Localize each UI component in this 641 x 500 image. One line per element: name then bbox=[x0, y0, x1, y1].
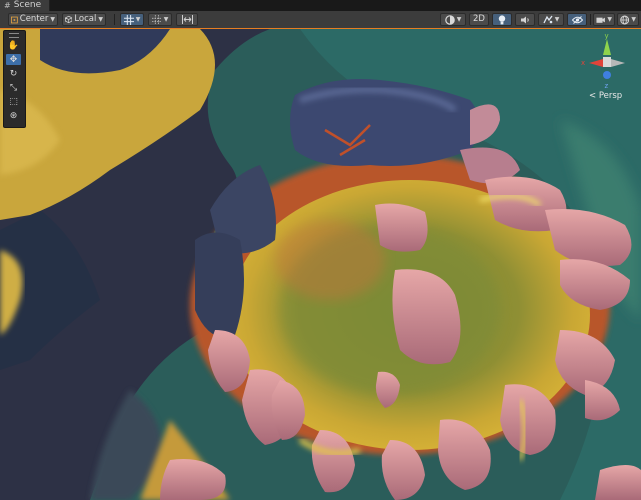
transform-icon: ⊛ bbox=[9, 110, 18, 121]
scene-viewport[interactable] bbox=[0, 29, 641, 500]
eye-crossed-icon bbox=[571, 15, 583, 24]
toolbar-divider bbox=[114, 14, 115, 25]
audio-toggle-button[interactable] bbox=[515, 13, 535, 26]
orientation-gizmo[interactable]: y x z bbox=[577, 32, 637, 91]
gizmo-y-label: y bbox=[605, 33, 609, 40]
pivot-mode-dropdown[interactable]: Center ▼ bbox=[8, 13, 58, 26]
gizmo-globe-icon bbox=[620, 15, 630, 24]
scene-render bbox=[0, 29, 641, 500]
overlay-grip-handle[interactable] bbox=[9, 33, 19, 38]
2d-mode-button[interactable]: 2D bbox=[469, 13, 489, 26]
snap-grid-icon bbox=[151, 14, 162, 25]
transform-tool-button[interactable]: ⊛ bbox=[6, 110, 21, 121]
rotate-tool-button[interactable]: ↻ bbox=[6, 68, 21, 79]
scene-toolbar: Center ▼ Local ▼ ▼ ▼ ▼ 2D ▼ ▼ ▼ bbox=[0, 11, 641, 29]
increment-snapping-button[interactable] bbox=[176, 13, 198, 26]
local-cube-icon bbox=[65, 15, 73, 24]
move-tool-button[interactable]: ✥ bbox=[6, 54, 21, 65]
gizmo-z-axis[interactable] bbox=[603, 71, 611, 79]
chevron-down-icon: ▼ bbox=[554, 16, 560, 23]
camera-icon bbox=[596, 17, 605, 23]
gizmo-z-label: z bbox=[605, 82, 609, 90]
chevron-down-icon: ▼ bbox=[98, 16, 103, 23]
rect-icon: ⬚ bbox=[9, 96, 18, 107]
scene-tab-label: Scene bbox=[13, 0, 42, 10]
editor-tab-bar: # Scene bbox=[0, 0, 641, 11]
chevron-down-icon: ▼ bbox=[50, 16, 55, 23]
gizmos-dropdown[interactable]: ▼ bbox=[617, 13, 639, 26]
grid-snapping-button[interactable]: ▼ bbox=[148, 13, 172, 26]
shaded-sphere-icon bbox=[444, 14, 455, 25]
rotate-icon: ↻ bbox=[9, 68, 18, 79]
grid-visibility-button[interactable]: ▼ bbox=[120, 13, 144, 26]
scene-tab[interactable]: # Scene bbox=[0, 0, 51, 11]
gizmo-neg-x-axis[interactable] bbox=[611, 59, 625, 67]
scene-lighting-button[interactable] bbox=[492, 13, 512, 26]
gizmo-x-label: x bbox=[581, 59, 585, 67]
handle-space-label: Local bbox=[74, 14, 97, 24]
chevron-left-icon: < bbox=[589, 91, 597, 101]
scene-effects-icon bbox=[543, 15, 553, 24]
gizmo-center-cube[interactable] bbox=[603, 57, 611, 67]
grid-icon bbox=[123, 14, 134, 25]
toolbar-divider bbox=[590, 14, 591, 25]
projection-toggle[interactable]: < Persp bbox=[589, 91, 622, 101]
chevron-down-icon: ▼ bbox=[607, 16, 612, 23]
scene-tools-overlay: ✋ ✥ ↻ ⤡ ⬚ ⊛ bbox=[3, 30, 26, 128]
pivot-center-icon bbox=[11, 16, 18, 23]
light-bulb-icon bbox=[498, 14, 506, 24]
scene-hash-icon: # bbox=[4, 1, 11, 10]
hand-tool-button[interactable]: ✋ bbox=[6, 40, 21, 51]
chevron-down-icon: ▼ bbox=[135, 16, 141, 23]
rect-tool-button[interactable]: ⬚ bbox=[6, 96, 21, 107]
chevron-down-icon: ▼ bbox=[631, 16, 636, 23]
scene-visibility-button[interactable] bbox=[567, 13, 587, 26]
gizmo-y-axis[interactable] bbox=[603, 39, 611, 55]
draw-mode-dropdown[interactable]: ▼ bbox=[440, 13, 466, 26]
effects-dropdown[interactable]: ▼ bbox=[538, 13, 564, 26]
pivot-mode-label: Center bbox=[19, 14, 49, 24]
camera-settings-dropdown[interactable]: ▼ bbox=[593, 13, 615, 26]
move-icon: ✥ bbox=[9, 54, 18, 65]
gizmo-x-axis[interactable] bbox=[589, 59, 603, 67]
handle-space-dropdown[interactable]: Local ▼ bbox=[62, 13, 106, 26]
chevron-down-icon: ▼ bbox=[163, 16, 169, 23]
chevron-down-icon: ▼ bbox=[456, 16, 462, 23]
2d-mode-label: 2D bbox=[473, 14, 485, 24]
axis-gizmo-icon: y x z bbox=[581, 32, 625, 90]
projection-label: Persp bbox=[598, 91, 623, 101]
scale-tool-button[interactable]: ⤡ bbox=[6, 82, 21, 93]
hand-icon: ✋ bbox=[7, 40, 20, 51]
increment-snap-icon bbox=[181, 15, 193, 24]
scale-icon: ⤡ bbox=[9, 82, 18, 93]
speaker-icon bbox=[521, 16, 529, 23]
